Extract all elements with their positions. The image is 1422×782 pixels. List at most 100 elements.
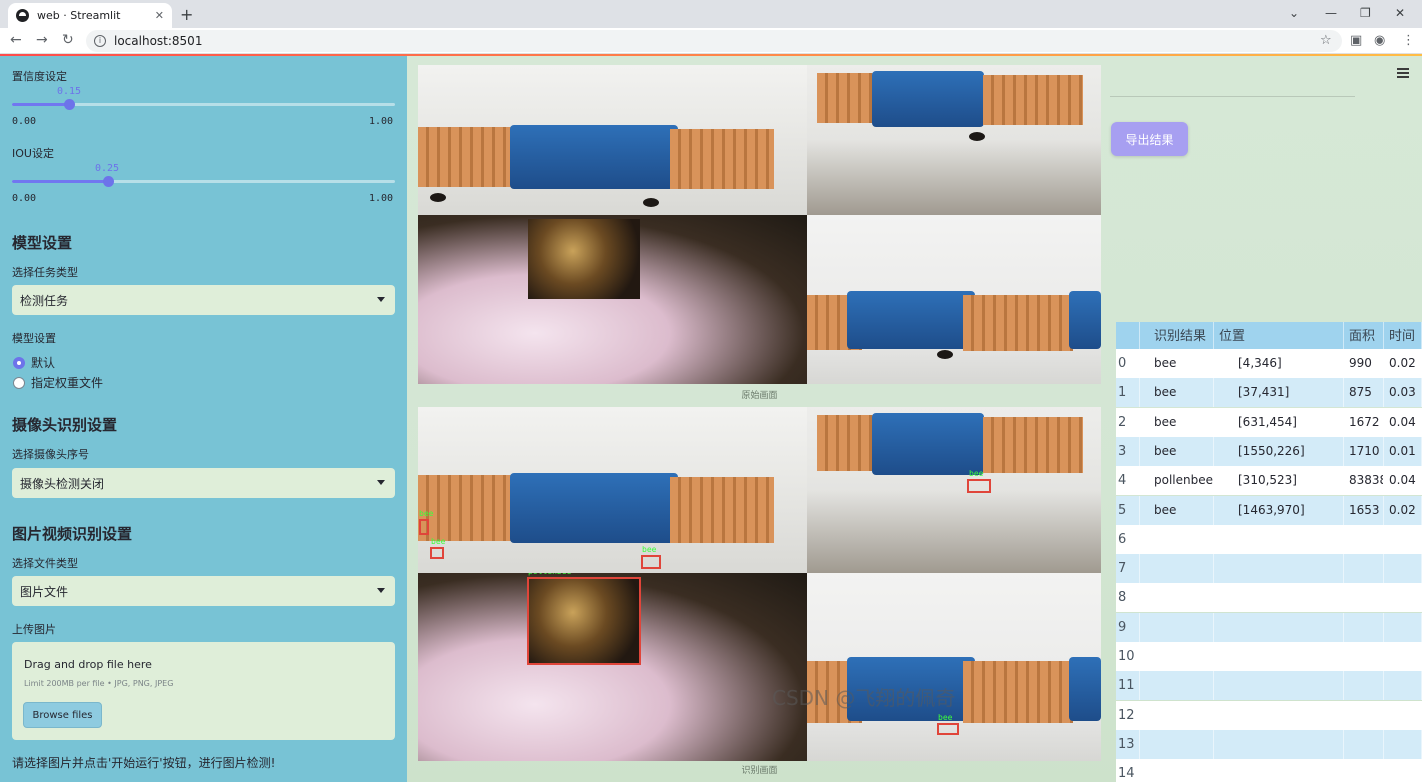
file-type-value: 图片文件 [20, 584, 69, 599]
radio-custom-weights[interactable]: 指定权重文件 [13, 374, 103, 391]
close-window-icon[interactable]: ✕ [1395, 6, 1405, 20]
camera-settings-header: 摄像头识别设置 [12, 416, 118, 434]
table-row[interactable]: 10 [1116, 642, 1422, 671]
hive-grille [418, 127, 518, 187]
browser-window: web · Streamlit ✕ + ⌄ — ❐ ✕ ← → ↻ i loca… [0, 0, 1422, 782]
table-row[interactable]: 12 [1116, 700, 1422, 730]
side-panel-icon[interactable]: ▣ [1350, 33, 1362, 48]
table-cell: 0.03 [1384, 378, 1422, 408]
table-row[interactable]: 5 bee [1463,970] 1653 0.02 [1116, 495, 1422, 525]
task-type-select[interactable]: 检测任务 [12, 285, 395, 315]
index-header [1116, 322, 1140, 351]
profile-avatar-icon[interactable]: ◉ [1374, 33, 1385, 48]
table-cell [1344, 700, 1384, 730]
table-cell [1344, 729, 1384, 759]
detection-label: bee [938, 713, 953, 722]
table-row[interactable]: 2 bee [631,454] 1672 0.04 [1116, 407, 1422, 437]
table-cell: 1710 [1344, 436, 1384, 466]
table-cell [1384, 729, 1422, 759]
table-row[interactable]: 6 [1116, 524, 1422, 554]
hive-entrance [510, 473, 678, 543]
new-tab-icon[interactable]: + [180, 5, 193, 24]
results-table[interactable]: 识别结果 位置 面积 时间 0 bee [4,346] 990 0.02 1 bee [37,… [1116, 322, 1422, 782]
radio-default[interactable]: 默认 [13, 354, 55, 371]
detection-box [527, 577, 641, 665]
iou-slider-thumb[interactable] [103, 176, 114, 187]
table-cell [1384, 524, 1422, 554]
table-row[interactable]: 7 [1116, 554, 1422, 584]
column-header[interactable]: 面积 [1344, 322, 1384, 351]
table-cell [1140, 729, 1214, 759]
table-cell: bee [1140, 407, 1214, 437]
table-row[interactable]: 14 [1116, 759, 1422, 782]
table-cell: bee [1140, 495, 1214, 525]
table-row[interactable]: 3 bee [1550,226] 1710 0.01 [1116, 436, 1422, 466]
site-info-icon[interactable]: i [94, 35, 106, 47]
bookmark-star-icon[interactable]: ☆ [1320, 33, 1332, 48]
iou-label: IOU设定 [12, 147, 54, 160]
export-results-button[interactable]: 导出结果 [1111, 122, 1188, 156]
reload-icon[interactable]: ↻ [62, 32, 74, 48]
row-index: 10 [1116, 642, 1140, 671]
restore-icon[interactable]: ❐ [1360, 6, 1371, 20]
detection-box [430, 547, 444, 559]
file-dropzone[interactable]: Drag and drop file here Limit 200MB per … [12, 642, 395, 740]
table-cell [1384, 612, 1422, 642]
original-caption: 原始画面 [741, 391, 778, 401]
tab-search-icon[interactable]: ⌄ [1289, 6, 1299, 20]
hive-grille [963, 661, 1073, 723]
table-cell: [631,454] [1214, 407, 1344, 437]
table-row[interactable]: 1 bee [37,431] 875 0.03 [1116, 378, 1422, 408]
back-icon[interactable]: ← [10, 32, 22, 48]
task-type-label: 选择任务类型 [12, 266, 78, 279]
iou-slider[interactable] [12, 176, 395, 187]
upload-label: 上传图片 [12, 623, 56, 636]
table-header: 识别结果 位置 面积 时间 [1116, 322, 1422, 351]
conf-slider[interactable] [12, 99, 395, 110]
minimize-icon[interactable]: — [1325, 6, 1337, 20]
conf-max: 1.00 [369, 116, 394, 127]
table-cell [1214, 612, 1344, 642]
table-row[interactable]: 13 [1116, 729, 1422, 759]
model-config-label: 模型设置 [12, 332, 56, 345]
row-index: 7 [1116, 554, 1140, 584]
detection-box [641, 555, 661, 569]
column-header[interactable]: 时间 [1384, 322, 1422, 351]
table-row[interactable]: 4 pollenbee [310,523] 83838 0.04 [1116, 466, 1422, 496]
main-content: 原始画面 bee bee bee bee bee 识别画面 导出结果 识别结果 … [407, 56, 1422, 782]
file-type-label: 选择文件类型 [12, 557, 78, 570]
bee-icon [937, 350, 953, 359]
column-header[interactable]: 识别结果 [1140, 322, 1214, 351]
hive-entrance [847, 291, 975, 349]
table-cell: 0.04 [1384, 407, 1422, 437]
radio-custom-label: 指定权重文件 [31, 376, 104, 390]
address-bar[interactable]: i localhost:8501 [86, 30, 1342, 52]
hamburger-menu-icon[interactable] [1397, 68, 1409, 78]
close-tab-icon[interactable]: ✕ [155, 9, 164, 22]
row-index: 12 [1116, 700, 1140, 730]
bee-icon [969, 132, 985, 141]
table-cell [1344, 583, 1384, 613]
browser-tab[interactable]: web · Streamlit ✕ [8, 3, 172, 28]
conf-slider-thumb[interactable] [64, 99, 75, 110]
file-type-select[interactable]: 图片文件 [12, 576, 395, 606]
menu-dots-icon[interactable]: ⋮ [1402, 33, 1415, 48]
table-cell [1384, 759, 1422, 782]
camera-select[interactable]: 摄像头检测关闭 [12, 468, 395, 498]
row-index: 13 [1116, 729, 1140, 759]
table-cell: bee [1140, 378, 1214, 408]
chevron-down-icon [377, 480, 385, 485]
table-cell: 83838 [1344, 466, 1384, 496]
forward-icon[interactable]: → [36, 32, 48, 48]
image-tile: bee bee bee [418, 407, 807, 573]
conf-value: 0.15 [57, 86, 82, 97]
table-row[interactable]: 8 [1116, 583, 1422, 613]
browse-files-button[interactable]: Browse files [23, 702, 102, 728]
table-row[interactable]: 0 bee [4,346] 990 0.02 [1116, 349, 1422, 378]
column-header[interactable]: 位置 [1214, 322, 1344, 351]
table-cell [1140, 671, 1214, 701]
result-image: bee bee bee bee pollenbee [418, 407, 1101, 761]
table-row[interactable]: 9 [1116, 612, 1422, 642]
upload-hint: 请选择图片并点击'开始运行'按钮，进行图片检测! [12, 756, 276, 770]
table-row[interactable]: 11 [1116, 671, 1422, 701]
